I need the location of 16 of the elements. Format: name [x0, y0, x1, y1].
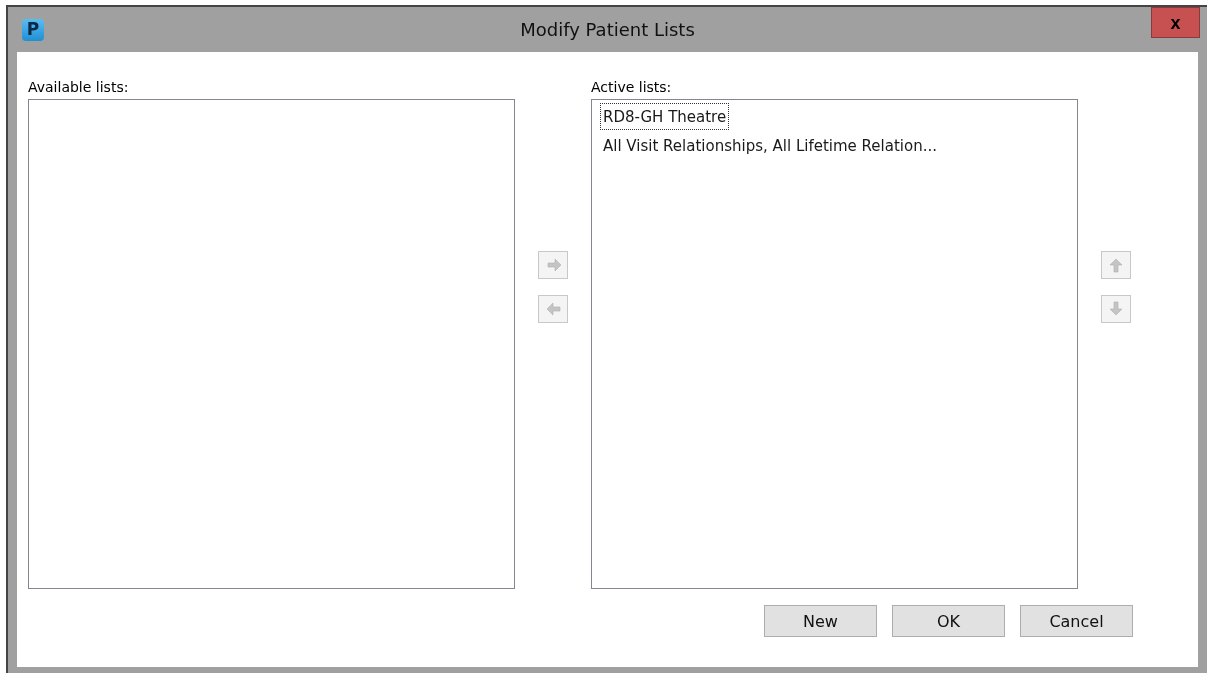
- arrow-icon: [545, 301, 561, 317]
- arrow-icon: [1108, 257, 1124, 273]
- list-box[interactable]: RD8-GH Theatre All Visit Relationships, All Lifetime Relation...: [591, 99, 1078, 589]
- list-label: Available lists:: [28, 79, 130, 97]
- list-box[interactable]: [28, 99, 515, 589]
- arrow-icon: [1108, 301, 1124, 317]
- arrow-icon: [545, 257, 561, 273]
- dialog-button[interactable]: Cancel: [1020, 605, 1133, 637]
- list-item[interactable]: RD8-GH Theatre: [600, 103, 730, 130]
- dialog-button[interactable]: OK: [892, 605, 1005, 637]
- window-title: Modify Patient Lists: [520, 19, 695, 40]
- app-icon: P: [22, 18, 44, 41]
- list-label: Active lists:: [591, 79, 673, 97]
- close-button[interactable]: x: [1151, 7, 1200, 38]
- list-item[interactable]: All Visit Relationships, All Lifetime Relation...: [600, 132, 940, 159]
- dialog-button[interactable]: New: [764, 605, 877, 637]
